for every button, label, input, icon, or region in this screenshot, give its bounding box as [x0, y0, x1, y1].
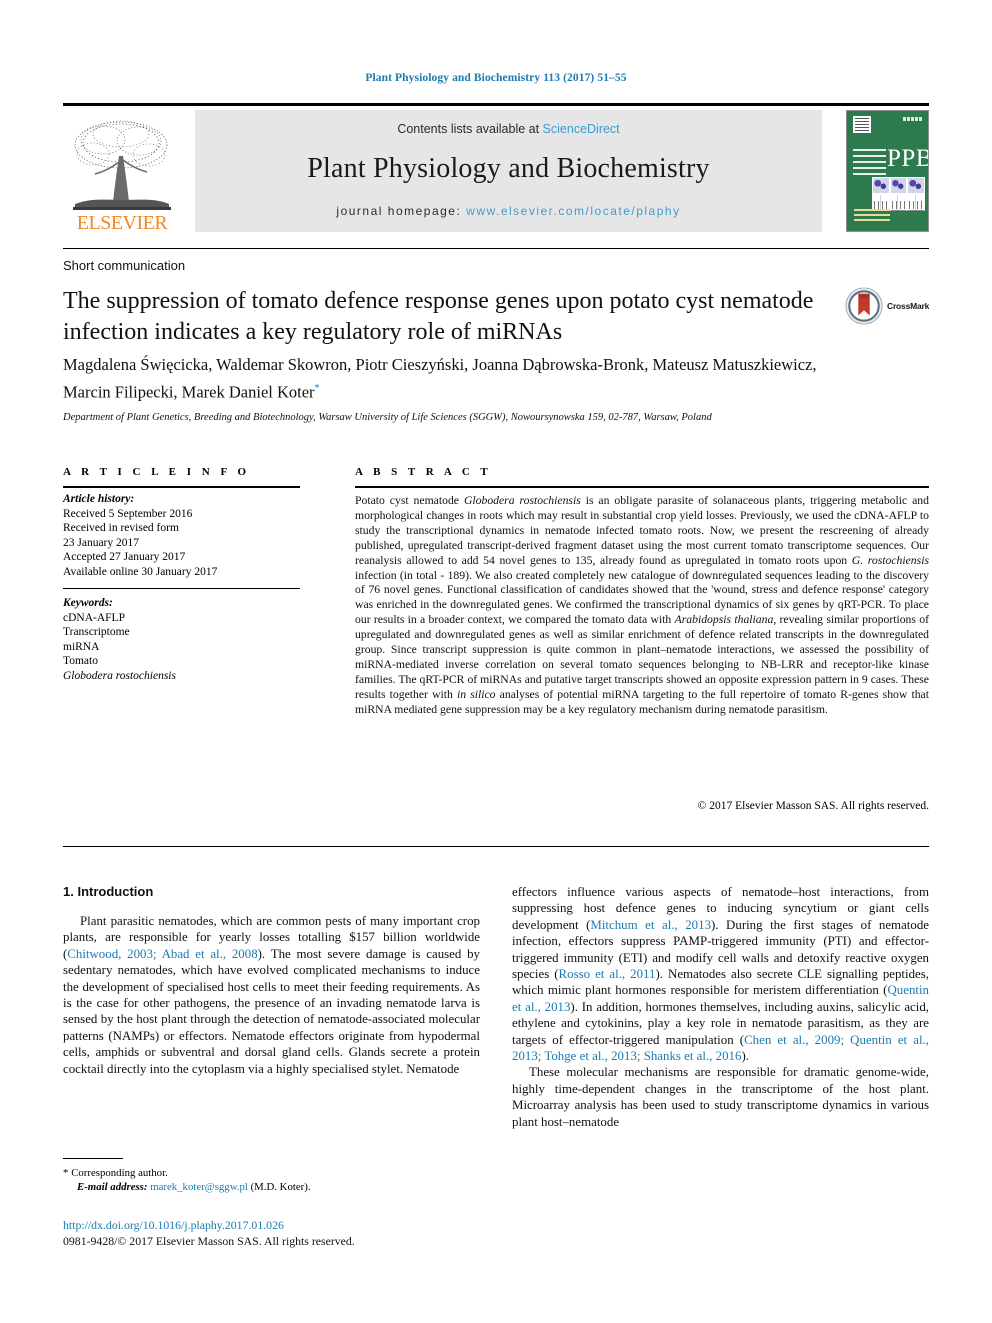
article-history-item: Accepted 27 January 2017 — [63, 551, 186, 563]
running-head: Plant Physiology and Biochemistry 113 (2… — [365, 72, 627, 84]
email-link[interactable]: marek_koter@sggw.pl — [150, 1181, 248, 1193]
citation-link[interactable]: Chitwood, 2003; Abad et al., 2008 — [67, 947, 257, 961]
homepage-url-link[interactable]: www.elsevier.com/locate/plaphy — [466, 204, 680, 218]
cover-plot-cell — [889, 194, 908, 211]
article-page: Plant Physiology and Biochemistry 113 (2… — [0, 0, 992, 1323]
cover-plot-cell — [907, 194, 926, 211]
crossmark-icon — [845, 287, 883, 325]
cover-figure-grid — [872, 177, 926, 211]
abstract-rule — [355, 486, 929, 488]
article-history: Article history: Received 5 September 20… — [63, 492, 313, 579]
cover-figure-row-top — [872, 177, 926, 194]
contents-prefix: Contents lists available at — [397, 122, 543, 136]
abstract-copyright: © 2017 Elsevier Masson SAS. All rights r… — [697, 800, 929, 812]
cover-figure-cell — [907, 177, 926, 194]
journal-cover-thumbnail: PPB — [846, 110, 929, 232]
paragraph-intro-right-continued: effectors influence various aspects of n… — [512, 884, 929, 1064]
paragraph-intro-left: Plant parasitic nematodes, which are com… — [63, 913, 480, 1077]
article-info-heading: A R T I C L E I N F O — [63, 466, 251, 478]
body-column-left: 1. Introduction Plant parasitic nematode… — [63, 884, 480, 1077]
cover-bottom-logo-icon — [854, 209, 890, 223]
keywords-label: Keywords: — [63, 597, 113, 609]
footnote-block: * Corresponding author. E-mail address: … — [63, 1166, 483, 1194]
keyword-item: Globodera rostochiensis — [63, 669, 176, 682]
cover-publisher-mark-icon — [853, 116, 871, 133]
abstract-heading: A B S T R A C T — [355, 466, 492, 478]
sciencedirect-link[interactable]: ScienceDirect — [543, 122, 620, 136]
abstract-segment: Potato cyst nematode — [355, 494, 464, 507]
cover-issue-text — [903, 117, 923, 121]
cover-acronym: PPB — [887, 145, 929, 172]
author-names: Magdalena Święcicka, Waldemar Skowron, P… — [63, 355, 817, 402]
abstract-species-name: Globodera rostochiensis — [463, 494, 581, 507]
paragraph-intro-right-2: These molecular mechanisms are responsib… — [512, 1065, 929, 1129]
article-history-item: Received in revised form — [63, 522, 179, 534]
page-title: The suppression of tomato defence respon… — [63, 288, 814, 345]
keyword-item: cDNA-AFLP — [63, 611, 125, 624]
email-label: E-mail address: — [77, 1181, 148, 1193]
article-info-rule — [63, 486, 300, 488]
affiliation: Department of Plant Genetics, Breeding a… — [63, 412, 712, 423]
email-suffix: (M.D. Koter). — [247, 1181, 311, 1193]
abstract-bottom-rule — [63, 846, 929, 847]
cover-figure-cell — [889, 177, 908, 194]
paragraph-segment: ). The most severe damage is caused by s… — [63, 946, 480, 1076]
elsevier-tree-icon: ELSEVIER — [73, 120, 171, 232]
article-history-item: Available online 30 January 2017 — [63, 565, 218, 578]
section-divider-top — [63, 248, 929, 249]
article-history-label: Article history: — [63, 493, 135, 505]
crossmark-badge[interactable]: CrossMark — [845, 287, 937, 327]
contents-available-line: Contents lists available at ScienceDirec… — [195, 122, 822, 136]
cover-figure-cell — [872, 177, 890, 194]
abstract-text: Potato cyst nematode Globodera rostochie… — [355, 494, 929, 718]
footnote-rule — [63, 1158, 123, 1159]
article-history-item: 23 January 2017 — [63, 536, 140, 549]
keywords-block: Keywords: cDNA-AFLP Transcriptome miRNA … — [63, 596, 313, 683]
issn-copyright-line: 0981-9428/© 2017 Elsevier Masson SAS. Al… — [63, 1234, 355, 1248]
author-list: Magdalena Święcicka, Waldemar Skowron, P… — [63, 353, 863, 405]
section-heading-introduction: 1. Introduction — [63, 884, 154, 899]
paragraph-segment: ). — [741, 1049, 749, 1064]
email-note: E-mail address: marek_koter@sggw.pl (M.D… — [63, 1180, 483, 1194]
body-column-right: effectors influence various aspects of n… — [512, 884, 929, 1130]
masthead-top-rule — [63, 103, 929, 106]
article-type-label: Short communication — [63, 258, 186, 273]
abstract-species-name: Arabidopsis thaliana — [674, 613, 774, 627]
corresponding-author-note: * Corresponding author. — [63, 1166, 483, 1180]
keyword-item: Transcriptome — [63, 626, 130, 638]
crossmark-label: CrossMark — [887, 301, 930, 311]
article-history-item: Received 5 September 2016 — [63, 507, 193, 520]
asterisk-icon: * — [63, 1167, 69, 1179]
corresponding-author-label: Corresponding author. — [71, 1167, 168, 1179]
citation-link[interactable]: Mitchum et al., 2013 — [590, 918, 711, 932]
corresponding-author-marker: * — [314, 383, 320, 394]
keyword-item: Tomato — [63, 655, 98, 667]
citation-link[interactable]: Rosso et al., 2011 — [559, 967, 656, 981]
journal-homepage-line: journal homepage: www.elsevier.com/locat… — [195, 204, 822, 218]
contents-banner: Contents lists available at ScienceDirec… — [195, 110, 822, 232]
keyword-item: miRNA — [63, 640, 100, 653]
abstract-species-name: G. rostochiensis — [851, 553, 929, 567]
elsevier-logo: ELSEVIER — [63, 110, 181, 232]
doi-link[interactable]: http://dx.doi.org/10.1016/j.plaphy.2017.… — [63, 1218, 284, 1233]
homepage-label: journal homepage: — [336, 204, 467, 218]
abstract-latin-phrase: in silico — [456, 687, 496, 701]
svg-text:ELSEVIER: ELSEVIER — [77, 212, 169, 232]
cover-side-title-text — [853, 149, 886, 175]
article-info-mid-rule — [63, 588, 300, 589]
journal-title: Plant Physiology and Biochemistry — [307, 153, 710, 184]
